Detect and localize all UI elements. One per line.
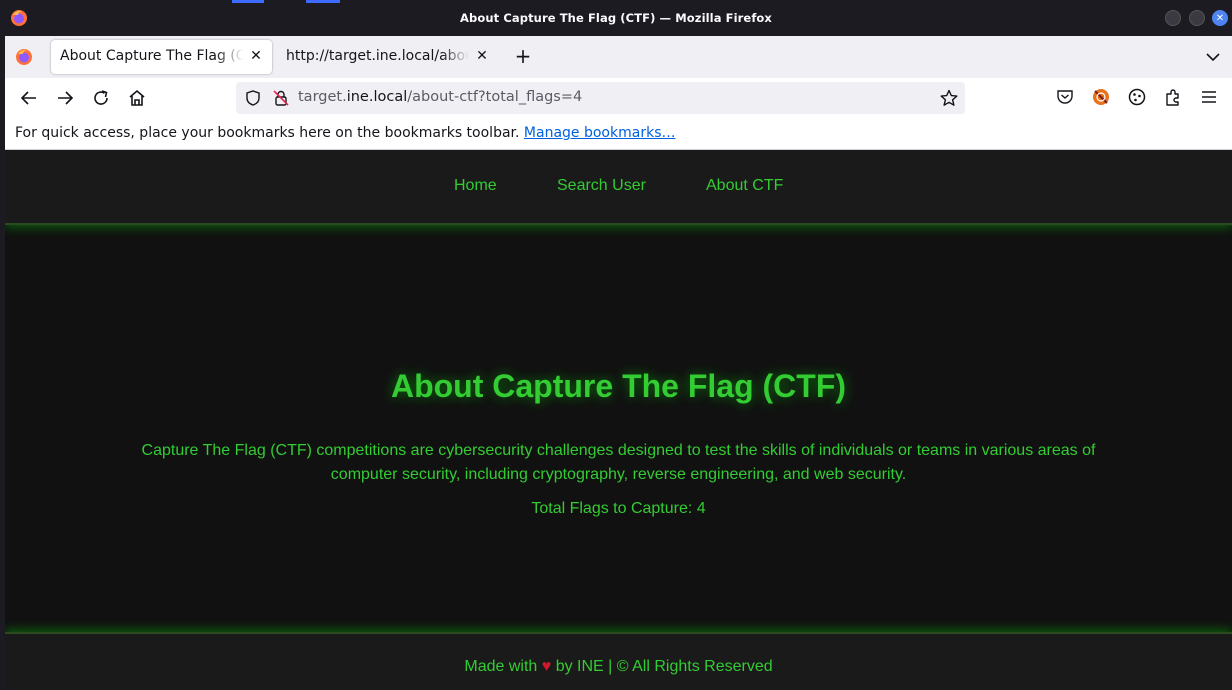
tab-strip: About Capture The Flag (CTF) ✕ http://ta… [5,36,1232,78]
site-footer: Made with ♥ by INE | © All Rights Reserv… [5,632,1232,690]
cookie-extension-button[interactable] [1127,87,1147,107]
minimize-button[interactable] [1165,10,1181,26]
site-header: Home Search User About CTF [5,150,1232,225]
tab-about-ctf[interactable]: About Capture The Flag (CTF) ✕ [51,40,272,74]
nav-link-search-user[interactable]: Search User [557,177,646,195]
extensions-button[interactable] [1163,87,1183,107]
tab-label: http://target.ine.local/about-ctf [286,48,469,64]
forward-button[interactable] [53,86,77,110]
page-title: About Capture The Flag (CTF) [390,368,847,404]
extension-badge-icon [1093,89,1109,105]
total-flags-text: Total Flags to Capture: 4 [531,500,706,517]
ctf-description: Capture The Flag (CTF) competitions are … [141,442,1096,483]
navigation-toolbar: target.ine.local/about-ctf?total_flags=4 [5,78,1232,118]
back-button[interactable] [17,86,41,110]
window-title: About Capture The Flag (CTF) — Mozilla F… [460,11,772,25]
url-text[interactable]: target.ine.local/about-ctf?total_flags=4 [298,89,582,105]
arrow-right-icon [58,91,74,105]
bookmarks-message: For quick access, place your bookmarks h… [15,125,675,141]
url-path: /about-ctf?total_flags=4 [407,89,583,105]
maximize-button[interactable] [1189,10,1205,26]
url-bar[interactable]: target.ine.local/about-ctf?total_flags=4 [236,82,965,114]
bookmarks-message-text: For quick access, place your bookmarks h… [15,125,520,141]
extension-button[interactable] [1091,87,1111,107]
new-tab-button[interactable]: + [510,44,536,70]
reload-button[interactable] [89,86,113,110]
window-titlebar: About Capture The Flag (CTF) — Mozilla F… [0,0,1232,36]
puzzle-icon [1166,89,1179,106]
url-host: ine.local [346,89,408,105]
window-close-button[interactable]: ✕ [1212,10,1228,26]
tab-close-icon[interactable]: ✕ [474,47,490,65]
footer-text: Made with ♥ by INE | © All Rights Reserv… [5,658,1232,676]
footer-text-after: by INE | © All Rights Reserved [555,658,773,675]
cookie-icon [1128,88,1146,106]
insecure-lock-icon[interactable] [272,89,290,107]
nav-link-about-ctf[interactable]: About CTF [706,177,783,195]
tab-label: About Capture The Flag (CTF) [60,48,243,64]
heart-icon: ♥ [541,658,552,675]
hamburger-menu-icon [1202,91,1216,103]
tab-target-url[interactable]: http://target.ine.local/about-ctf ✕ [277,40,498,74]
firefox-view-icon[interactable] [15,48,33,66]
star-icon[interactable] [939,88,959,108]
app-menu-button[interactable] [1199,87,1219,107]
home-icon [129,89,145,106]
pocket-icon [1057,90,1073,104]
manage-bookmarks-link[interactable]: Manage bookmarks… [524,125,676,141]
page-content: Home Search User About CTF About Capture… [5,150,1232,690]
titlebar-accent [232,0,264,3]
footer-text-before: Made with [464,658,538,675]
home-button[interactable] [125,86,149,110]
shield-icon[interactable] [244,89,262,107]
chevron-down-icon[interactable] [1202,46,1224,68]
nav-link-home[interactable]: Home [454,177,497,195]
url-scheme-prefix: target. [298,89,347,105]
pocket-button[interactable] [1055,87,1075,107]
bookmarks-toolbar: For quick access, place your bookmarks h… [5,118,1232,150]
tab-close-icon[interactable]: ✕ [248,47,264,65]
arrow-left-icon [20,91,36,105]
titlebar-accent [306,0,340,3]
reload-icon [94,90,108,105]
